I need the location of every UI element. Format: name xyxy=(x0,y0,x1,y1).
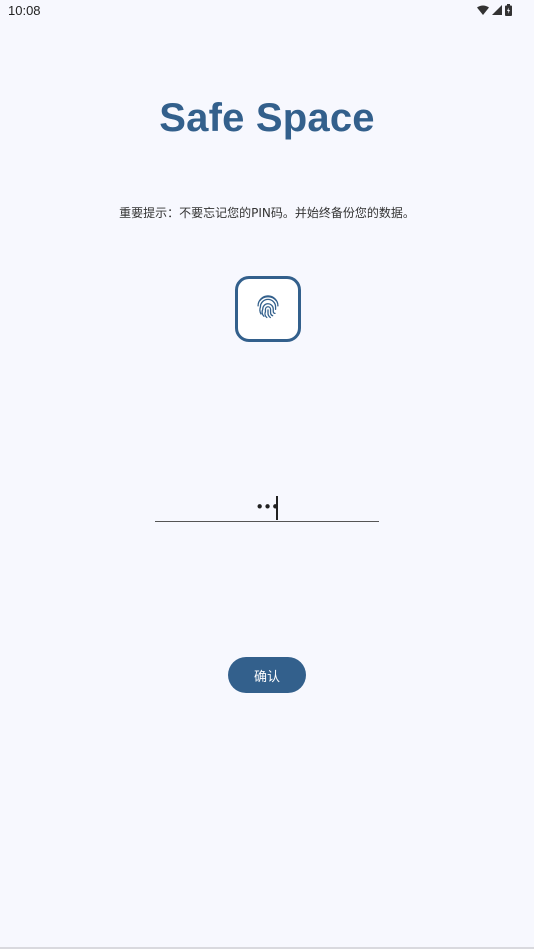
battery-icon xyxy=(505,4,512,16)
status-time: 10:08 xyxy=(8,3,41,18)
status-icons xyxy=(477,4,512,16)
confirm-button[interactable]: 确认 xyxy=(228,657,306,693)
pin-warning-notice: 重要提示：不要忘记您的PIN码。并始终备份您的数据。 xyxy=(119,206,415,220)
text-cursor xyxy=(276,496,278,520)
fingerprint-button[interactable] xyxy=(235,276,301,342)
wifi-icon xyxy=(477,5,489,15)
fingerprint-icon xyxy=(254,293,282,325)
cellular-signal-icon xyxy=(492,5,502,15)
app-title: Safe Space xyxy=(159,96,375,140)
pin-value: ••• xyxy=(255,498,280,516)
status-bar: 10:08 xyxy=(0,0,534,24)
pin-input[interactable]: ••• xyxy=(155,490,379,522)
